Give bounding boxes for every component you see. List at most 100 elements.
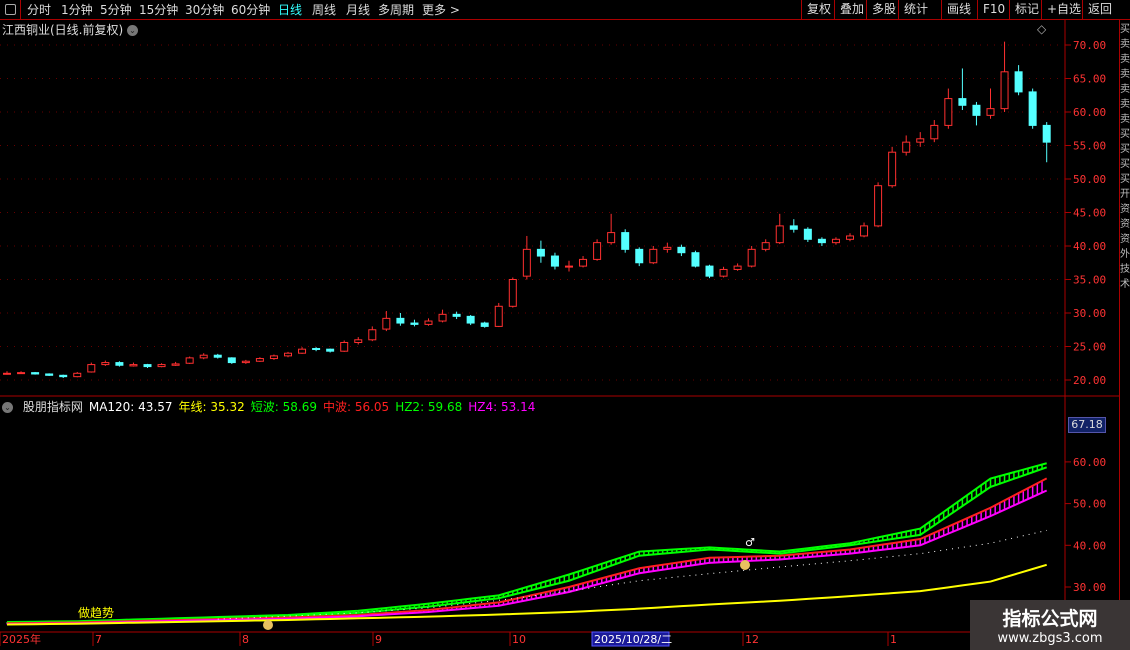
candle bbox=[143, 363, 152, 368]
money-bag-icon bbox=[740, 560, 750, 570]
series-line-中波 bbox=[6, 477, 1048, 625]
candle bbox=[803, 227, 812, 242]
candle bbox=[930, 120, 939, 143]
candle bbox=[185, 356, 194, 364]
candle bbox=[59, 374, 68, 378]
candle bbox=[747, 246, 756, 268]
candle bbox=[958, 68, 967, 110]
candle bbox=[284, 351, 292, 358]
candle bbox=[944, 88, 953, 129]
candle bbox=[115, 361, 124, 367]
y-tick-label: 25.00 bbox=[1073, 341, 1106, 354]
candle bbox=[508, 277, 517, 308]
candle bbox=[761, 239, 770, 252]
candle bbox=[565, 260, 573, 272]
y-tick-label: 30.00 bbox=[1073, 581, 1106, 594]
candle bbox=[916, 132, 925, 147]
candle bbox=[789, 219, 798, 233]
series-line-HZ4 bbox=[6, 489, 1048, 626]
candle bbox=[719, 266, 728, 278]
watermark-title: 指标公式网 bbox=[1002, 608, 1098, 630]
candle bbox=[888, 146, 897, 188]
diamond-icon: ◇ bbox=[1037, 22, 1047, 36]
candle bbox=[199, 353, 208, 360]
watermark-url: www.zbgs3.com bbox=[997, 631, 1103, 646]
side-tab-strip[interactable]: 买卖卖卖卖卖卖买买买买开资资资外技术 bbox=[1119, 20, 1130, 650]
candle bbox=[1014, 65, 1023, 96]
candle bbox=[635, 247, 644, 267]
candle bbox=[817, 237, 826, 246]
male-marker-icon: ♂ bbox=[745, 536, 755, 549]
crosshair-date: 2025/10/28/二 bbox=[594, 633, 672, 646]
candle bbox=[522, 235, 531, 280]
candle bbox=[3, 371, 11, 375]
x-tick-label: 1 bbox=[890, 633, 897, 646]
candle bbox=[73, 371, 82, 378]
candle bbox=[312, 347, 321, 352]
candle bbox=[1042, 122, 1051, 163]
y-tick-label: 30.00 bbox=[1073, 307, 1106, 320]
candle bbox=[368, 326, 377, 342]
y-tick-label: 60.00 bbox=[1073, 106, 1106, 119]
candle bbox=[705, 264, 714, 279]
candle bbox=[396, 313, 405, 326]
money-bag-icon bbox=[263, 620, 273, 630]
candle bbox=[860, 222, 869, 238]
candle bbox=[986, 88, 995, 119]
candle bbox=[410, 319, 419, 327]
y-tick-label: 60.00 bbox=[1073, 456, 1106, 469]
x-tick-label: 2025年 bbox=[2, 632, 41, 646]
x-tick-label: 8 bbox=[242, 633, 249, 646]
candle bbox=[831, 237, 840, 245]
candle bbox=[255, 357, 264, 362]
current-value-tag: 67.18 bbox=[1068, 417, 1106, 433]
y-tick-label: 55.00 bbox=[1073, 140, 1106, 153]
candle bbox=[452, 311, 461, 320]
x-tick-label: 12 bbox=[745, 633, 759, 646]
y-tick-label: 50.00 bbox=[1073, 173, 1106, 186]
candle bbox=[607, 213, 616, 245]
candle bbox=[269, 354, 278, 360]
candle bbox=[1028, 88, 1037, 129]
watermark: 指标公式网 www.zbgs3.com bbox=[970, 600, 1130, 650]
candle bbox=[101, 360, 110, 366]
x-tick-label: 9 bbox=[375, 633, 382, 646]
candle bbox=[691, 250, 700, 268]
candle bbox=[438, 309, 447, 323]
candle bbox=[579, 256, 588, 268]
x-tick-label: 10 bbox=[512, 633, 526, 646]
candle bbox=[466, 315, 475, 326]
candle bbox=[621, 229, 630, 253]
candle bbox=[775, 213, 784, 244]
candle bbox=[382, 310, 391, 332]
candle bbox=[536, 240, 545, 263]
candle bbox=[550, 252, 559, 270]
candle bbox=[1000, 41, 1009, 112]
candle bbox=[213, 353, 222, 359]
y-tick-label: 45.00 bbox=[1073, 207, 1106, 220]
candle bbox=[45, 373, 54, 376]
candle bbox=[733, 263, 742, 271]
y-tick-label: 65.00 bbox=[1073, 73, 1106, 86]
candle bbox=[171, 361, 180, 366]
candle bbox=[972, 101, 981, 126]
candle bbox=[494, 302, 503, 328]
candle bbox=[677, 244, 686, 257]
candle bbox=[298, 347, 307, 354]
candle bbox=[649, 246, 658, 265]
candle bbox=[129, 362, 138, 367]
y-tick-label: 50.00 bbox=[1073, 498, 1106, 511]
candle bbox=[593, 239, 602, 261]
candle bbox=[663, 242, 672, 253]
candle bbox=[846, 233, 854, 242]
signal-label: 做趋势 bbox=[78, 605, 114, 620]
y-tick-label: 20.00 bbox=[1073, 374, 1106, 387]
y-tick-label: 40.00 bbox=[1073, 240, 1106, 253]
candle bbox=[157, 363, 166, 368]
candle bbox=[31, 371, 40, 375]
candle bbox=[227, 357, 236, 364]
y-tick-label: 70.00 bbox=[1073, 39, 1106, 52]
chart-area[interactable]: ◇ 70.00 65.00 60.00 55.00 50.00 45.00 40.00 35.0… bbox=[0, 0, 1130, 650]
candle bbox=[902, 135, 911, 156]
candle bbox=[874, 182, 883, 228]
